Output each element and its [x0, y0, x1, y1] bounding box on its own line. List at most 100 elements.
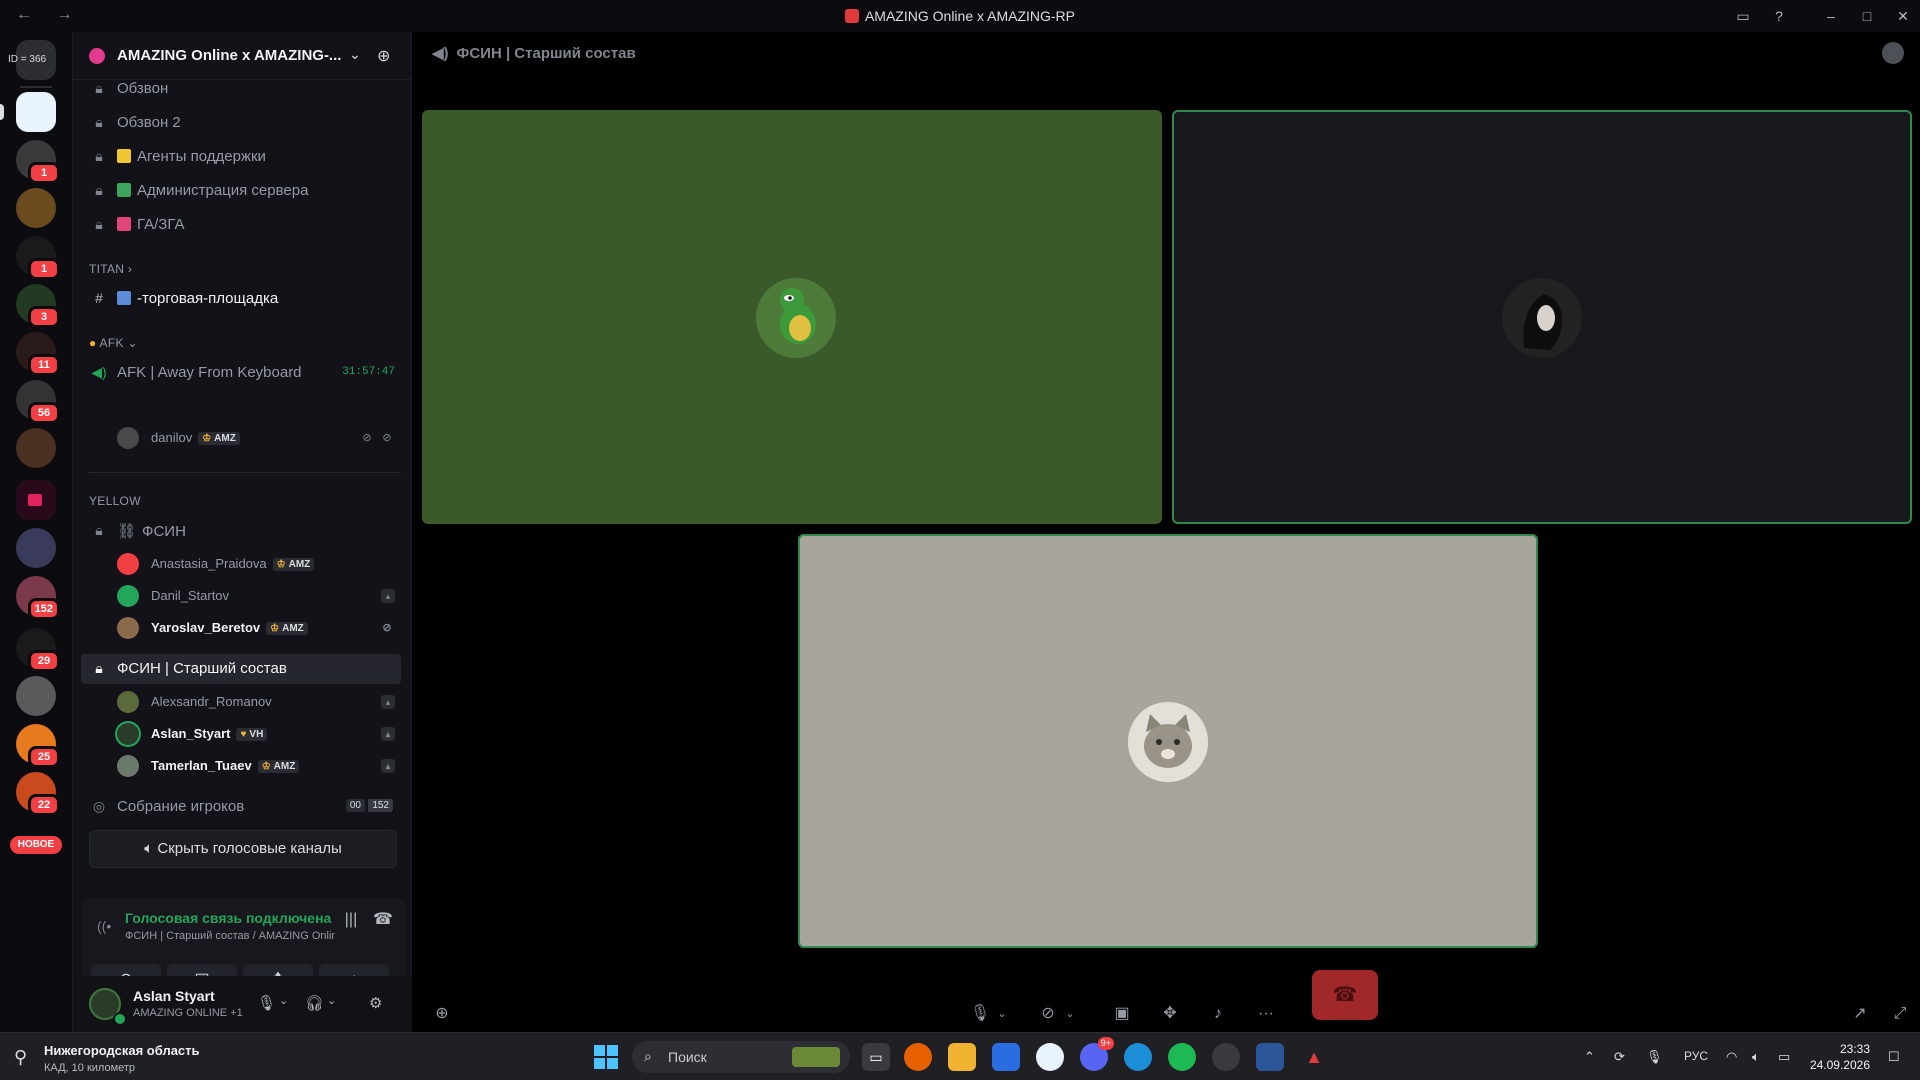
- soundboard-icon[interactable]: ♪: [1204, 1000, 1232, 1028]
- server-icon[interactable]: [16, 676, 56, 716]
- server-icon[interactable]: 29: [16, 628, 60, 672]
- store-icon[interactable]: [992, 1043, 1020, 1071]
- task-view-icon[interactable]: ▭: [862, 1043, 890, 1071]
- category-yellow[interactable]: YELLOW: [89, 494, 141, 508]
- sync-icon[interactable]: ⟳: [1614, 1049, 1625, 1065]
- participant-tile-speaking[interactable]: [798, 534, 1538, 948]
- discord-icon[interactable]: 9+: [1080, 1037, 1114, 1071]
- channel-ga-zga[interactable]: 🔒︎ ГА/ЗГА: [81, 210, 401, 240]
- minimize-icon[interactable]: –: [1822, 7, 1840, 25]
- server-icon[interactable]: [16, 528, 56, 568]
- voice-channel-path[interactable]: ФСИН | Старший состав / AMAZING Online x…: [125, 930, 335, 942]
- channel-trade[interactable]: # -торговая-площадка: [81, 284, 401, 314]
- edge-icon[interactable]: [1124, 1043, 1152, 1071]
- voice-user[interactable]: Tamerlan_Tuaev ♔ AMZ ▴: [113, 752, 401, 780]
- server-icon[interactable]: 1: [16, 236, 60, 280]
- server-icon[interactable]: 56: [16, 380, 60, 424]
- language-indicator[interactable]: РУС: [1684, 1049, 1708, 1063]
- fullscreen-icon[interactable]: ⤢: [1886, 1000, 1914, 1028]
- user-name[interactable]: Aslan Styart: [133, 988, 215, 1004]
- firefox-icon[interactable]: [904, 1043, 932, 1071]
- search-box[interactable]: ⌕ Поиск: [632, 1041, 850, 1073]
- inbox-icon[interactable]: ▭: [1734, 7, 1752, 25]
- hide-voice-channels-button[interactable]: 🔈︎ Скрыть голосовые каналы: [89, 830, 397, 868]
- disconnect-icon[interactable]: ☎: [371, 908, 395, 932]
- voice-user-danilov[interactable]: danilov ♔ AMZ ⊘ ⊘: [113, 424, 401, 452]
- server-icon[interactable]: 3: [16, 284, 60, 328]
- chevron-up-icon[interactable]: ⌃: [1584, 1049, 1595, 1065]
- category-titan[interactable]: TITAN ›: [89, 262, 132, 276]
- chevron-down-icon[interactable]: ⌄: [1056, 1000, 1084, 1028]
- server-icon[interactable]: 152: [16, 576, 60, 620]
- new-badge[interactable]: НОВОЕ: [10, 836, 62, 854]
- start-button[interactable]: [594, 1045, 618, 1069]
- voice-user[interactable]: Anastasia_Praidova ♔ AMZ: [113, 550, 401, 578]
- voice-user[interactable]: Alexsandr_Romanov ▴: [113, 688, 401, 716]
- stage-header: ◀) ФСИН | Старший состав: [432, 45, 636, 62]
- battery-icon[interactable]: ▭: [1778, 1049, 1790, 1065]
- rail-divider: [20, 86, 52, 88]
- participant-tile-speaking[interactable]: [1172, 110, 1912, 524]
- channel-obzvon[interactable]: 🔒︎ Обзвон: [81, 74, 401, 104]
- wifi-icon[interactable]: ◠: [1726, 1049, 1737, 1065]
- chevron-down-icon[interactable]: ⌄: [988, 1000, 1016, 1028]
- app-icon[interactable]: [1036, 1043, 1064, 1071]
- yellow-square-icon: [117, 149, 131, 163]
- obs-icon[interactable]: [1212, 1043, 1240, 1071]
- mic-icon[interactable]: 🎙︎: [257, 994, 276, 1012]
- chevron-down-icon[interactable]: ⌄: [327, 994, 336, 1007]
- voice-user[interactable]: Danil_Startov ▴: [113, 582, 401, 610]
- notifications-icon[interactable]: ☐: [1888, 1049, 1900, 1065]
- server-icon[interactable]: [16, 188, 56, 228]
- server-icon[interactable]: 22: [16, 772, 60, 816]
- server-icon[interactable]: 25: [16, 724, 60, 768]
- avatar: [117, 585, 139, 607]
- voice-status[interactable]: Голосовая связь подключена: [125, 910, 331, 926]
- amazing-app-icon[interactable]: ▲: [1300, 1043, 1328, 1071]
- close-icon[interactable]: ✕: [1894, 7, 1912, 25]
- server-icon[interactable]: 11: [16, 332, 60, 376]
- headphones-icon[interactable]: 🎧︎: [305, 994, 324, 1012]
- channel-gathering[interactable]: ◎ Собрание игроков 00 152: [81, 792, 401, 822]
- signal-icon[interactable]: ((•: [97, 918, 115, 936]
- user-status: AMAZING ONLINE +1: [133, 1007, 243, 1019]
- server-rail: ID = 366 1 1 3 11 56 152 29 25 22 НОВОЕ: [0, 32, 72, 1032]
- invite-icon[interactable]: ⊕: [377, 46, 390, 66]
- guild-header[interactable]: AMAZING Online x AMAZING-... ⌄ ⊕: [73, 32, 413, 80]
- server-icon[interactable]: [16, 428, 56, 468]
- gear-icon[interactable]: ⚙: [369, 994, 382, 1012]
- mic-icon[interactable]: 🎙︎: [1646, 1049, 1663, 1065]
- voice-user[interactable]: Aslan_Styart ♥ VH ▴: [113, 720, 401, 748]
- server-icon[interactable]: 1: [16, 140, 60, 184]
- spotify-icon[interactable]: [1168, 1043, 1196, 1071]
- chat-icon[interactable]: [1882, 42, 1904, 64]
- screen-share-icon[interactable]: ▣: [1108, 1000, 1136, 1028]
- app-logo-icon: [844, 9, 859, 23]
- chevron-down-icon[interactable]: ⌄: [349, 46, 361, 63]
- channel-obzvon-2[interactable]: 🔒︎ Обзвон 2: [81, 108, 401, 138]
- channel-support-agents[interactable]: 🔒︎ Агенты поддержки: [81, 142, 401, 172]
- channel-fsin[interactable]: 🔒︎ ⛓ ФСИН: [81, 516, 401, 546]
- noise-suppression-icon[interactable]: |||: [339, 908, 363, 932]
- participant-tile[interactable]: [422, 110, 1162, 524]
- category-afk[interactable]: ● AFK ⌄: [89, 336, 138, 350]
- invite-to-voice-icon[interactable]: ⊕: [428, 1000, 456, 1028]
- file-explorer-icon[interactable]: [948, 1043, 976, 1071]
- volume-icon[interactable]: 🔈︎: [1752, 1049, 1760, 1065]
- more-icon[interactable]: ···: [1252, 1000, 1280, 1028]
- popout-icon[interactable]: ↗: [1846, 1000, 1874, 1028]
- clock[interactable]: 23:33 24.09.2026: [1810, 1041, 1870, 1073]
- voice-user[interactable]: Yaroslav_Beretov ♔ AMZ ⊘: [113, 614, 401, 642]
- channel-server-admin[interactable]: 🔒︎ Администрация сервера: [81, 176, 401, 206]
- activities-icon[interactable]: ✥: [1156, 1000, 1184, 1028]
- chevron-down-icon[interactable]: ⌄: [279, 994, 288, 1007]
- maximize-icon[interactable]: □: [1858, 7, 1876, 25]
- avatar: [1128, 702, 1208, 782]
- help-icon[interactable]: ?: [1770, 7, 1788, 25]
- channel-afk[interactable]: ◀) AFK | Away From Keyboard 31:57:47: [81, 358, 401, 388]
- word-icon[interactable]: [1256, 1043, 1284, 1071]
- hang-up-button[interactable]: ☎: [1312, 970, 1378, 1020]
- server-icon-active[interactable]: [16, 92, 56, 132]
- channel-fsin-senior[interactable]: 🔒︎ ФСИН | Старший состав: [81, 654, 401, 684]
- lock-icon: 🔒︎: [95, 182, 103, 198]
